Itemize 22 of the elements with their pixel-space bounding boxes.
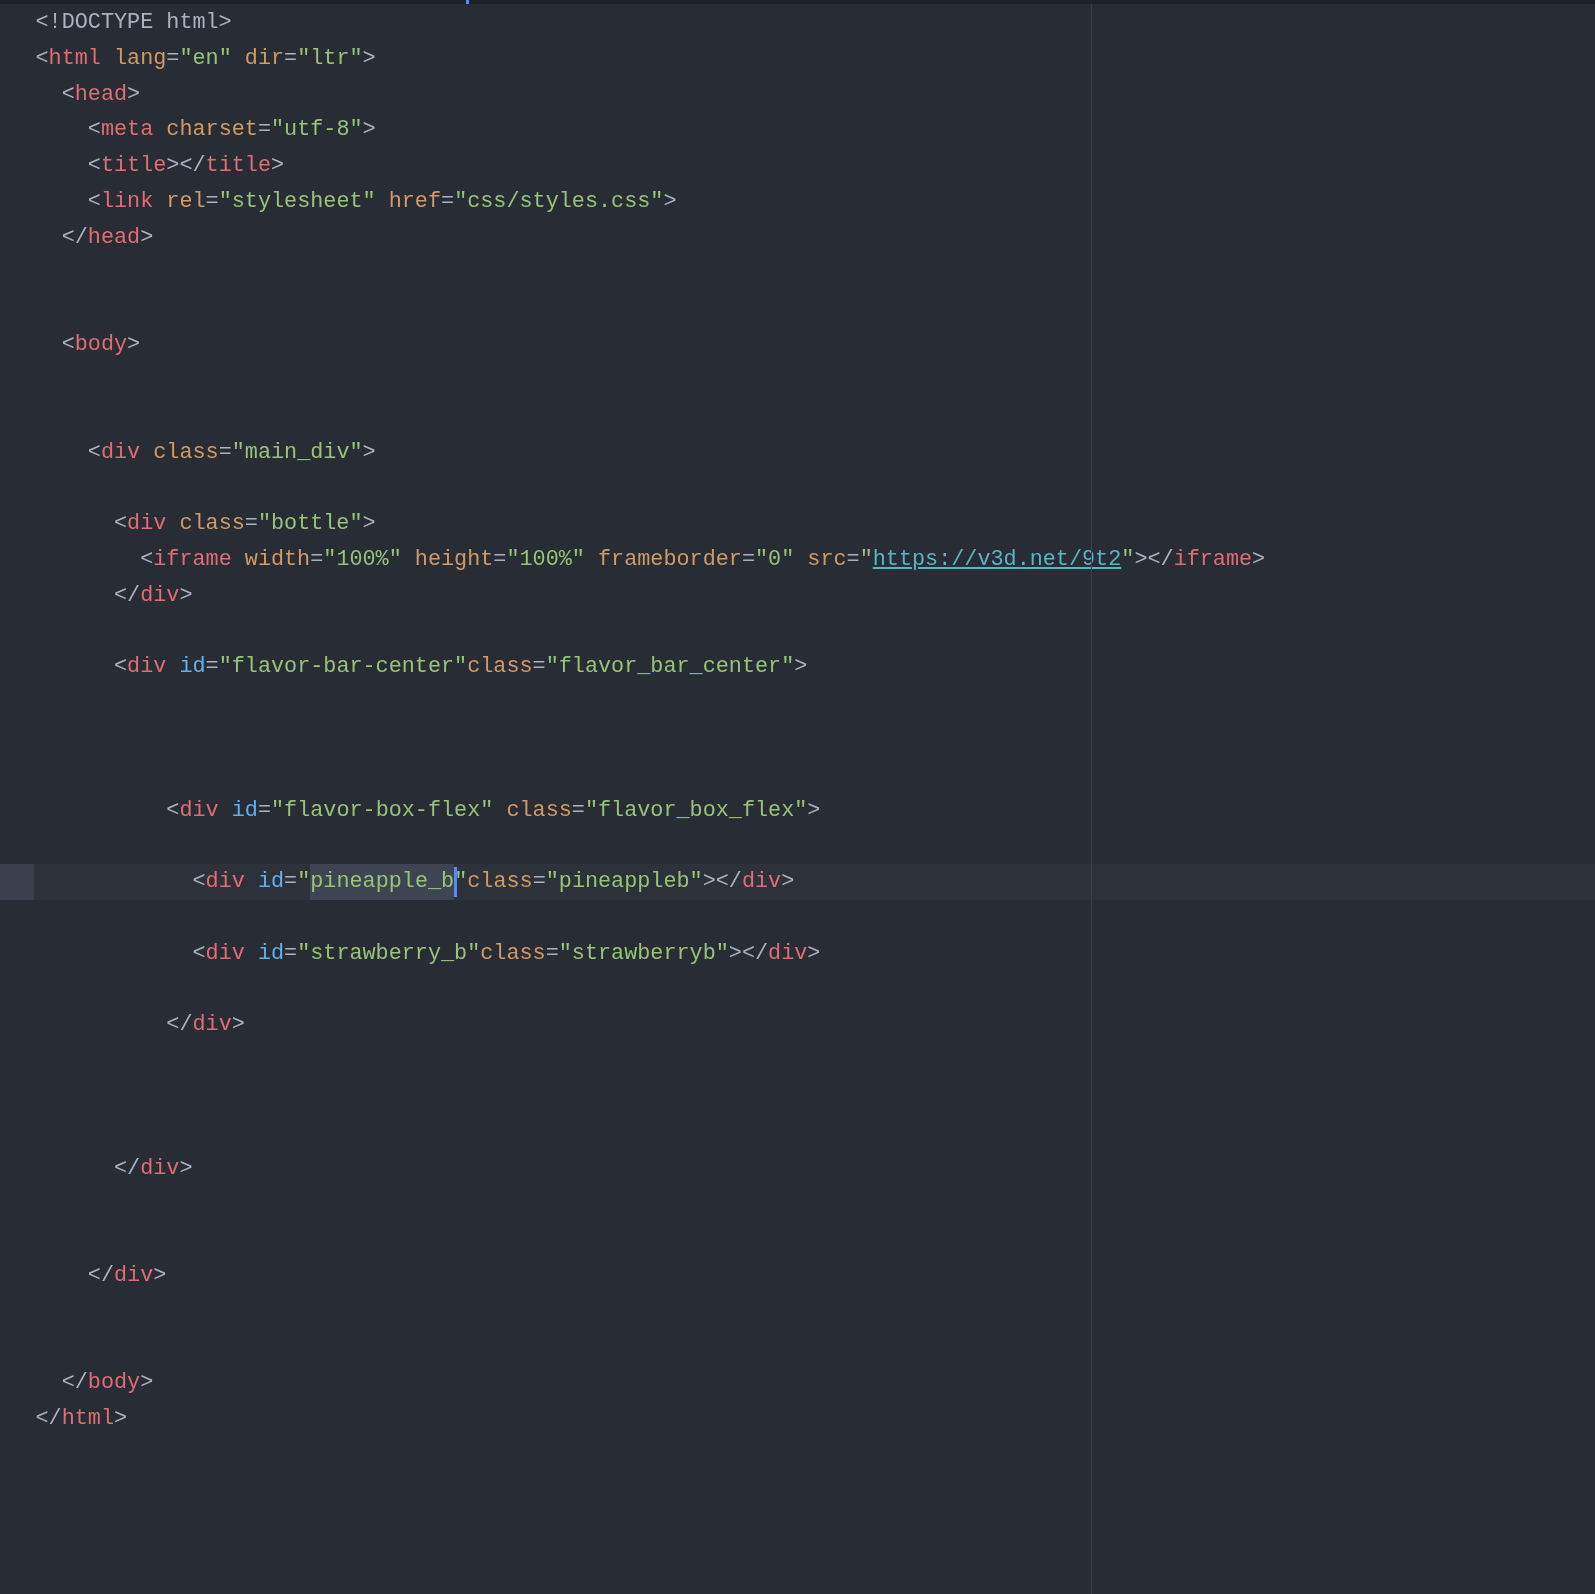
code-line: <head> bbox=[60, 80, 142, 109]
code-line: </div> bbox=[165, 1011, 246, 1040]
code-line: <body> bbox=[60, 331, 142, 360]
code-line: <div class="bottle"> bbox=[112, 510, 377, 539]
code-line: </body> bbox=[60, 1369, 155, 1398]
code-line: <html lang="en" dir="ltr"> bbox=[34, 44, 377, 73]
tab-indicator bbox=[466, 0, 469, 4]
code-line: <iframe width="100%" height="100%" frameborder="0" src="https://v3d.net/9t2"></iframe> bbox=[139, 545, 1267, 574]
code-line: <meta charset="utf-8"> bbox=[86, 116, 377, 145]
code-line: <title></title> bbox=[86, 152, 286, 181]
code-line: <div id="strawberry_b"class="strawberryb"></div> bbox=[191, 939, 822, 968]
code-line: <link rel="stylesheet" href="css/styles.css"> bbox=[86, 188, 678, 216]
code-line: <div class="main_div"> bbox=[86, 438, 377, 467]
code-line: <!DOCTYPE html> bbox=[34, 9, 233, 37]
code-line: <div id="flavor-box-flex" class="flavor_box_flex"> bbox=[165, 796, 822, 825]
code-line: </div> bbox=[112, 1154, 194, 1183]
text-cursor bbox=[454, 867, 458, 897]
code-line: </html> bbox=[34, 1405, 129, 1434]
code-line: </div> bbox=[86, 1261, 168, 1290]
code-line: <div id="flavor-bar-center"class="flavor_bar_center"> bbox=[112, 653, 809, 682]
code-line: </div> bbox=[112, 581, 194, 610]
code-line: </head> bbox=[60, 223, 155, 252]
